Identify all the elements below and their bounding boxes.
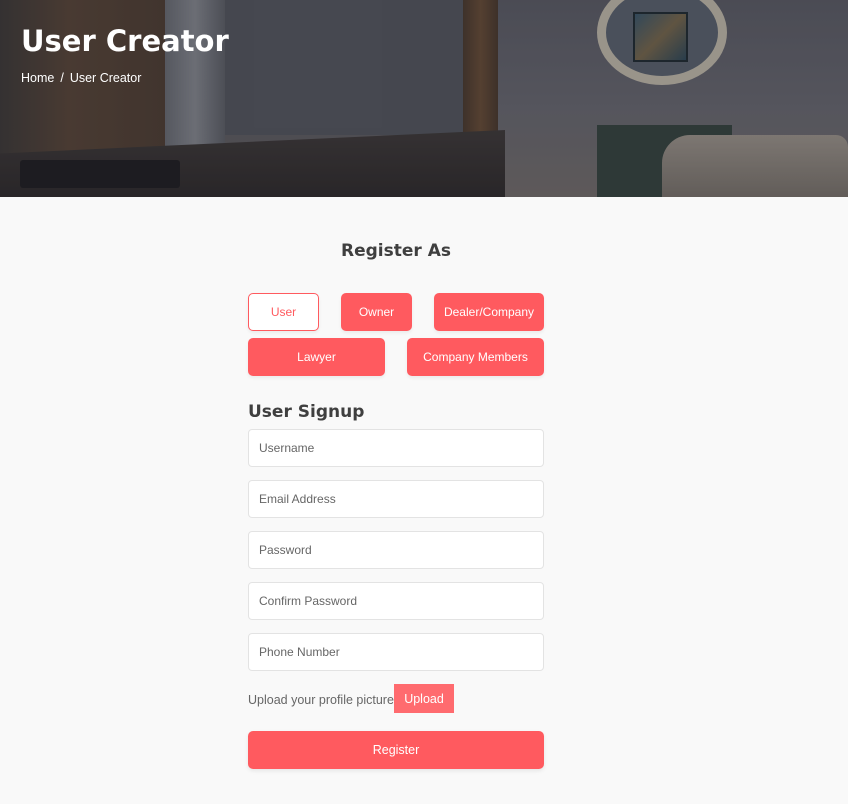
phone-number-field[interactable]: [248, 633, 544, 671]
role-company-members-button[interactable]: Company Members: [407, 338, 544, 376]
username-field[interactable]: [248, 429, 544, 467]
upload-button[interactable]: Upload: [394, 684, 454, 713]
breadcrumb: Home / User Creator: [21, 71, 141, 85]
page-title: User Creator: [21, 24, 229, 58]
main-content: Register As User Owner Dealer/Company La…: [0, 197, 848, 804]
role-user-button[interactable]: User: [248, 293, 319, 331]
upload-profile-picture-label: Upload your profile picture.: [248, 693, 398, 707]
register-button[interactable]: Register: [248, 731, 544, 769]
password-field[interactable]: [248, 531, 544, 569]
role-lawyer-button[interactable]: Lawyer: [248, 338, 385, 376]
role-owner-button[interactable]: Owner: [341, 293, 412, 331]
register-as-title: Register As: [341, 241, 451, 261]
breadcrumb-home-link[interactable]: Home: [21, 71, 54, 85]
breadcrumb-current: User Creator: [69, 71, 142, 85]
role-dealer-company-button[interactable]: Dealer/Company: [434, 293, 544, 331]
email-field[interactable]: [248, 480, 544, 518]
breadcrumb-separator: /: [60, 71, 64, 85]
user-signup-title: User Signup: [248, 402, 365, 422]
confirm-password-field[interactable]: [248, 582, 544, 620]
hero-banner: User Creator Home / User Creator: [0, 0, 848, 197]
